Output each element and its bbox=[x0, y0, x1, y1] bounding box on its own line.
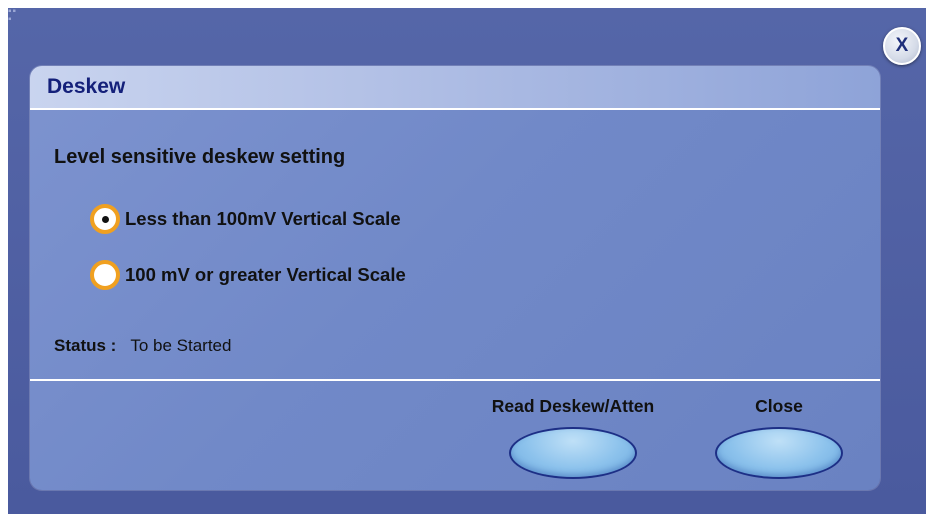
read-deskew-group: Read Deskew/Atten bbox=[455, 396, 691, 479]
deskew-panel: Deskew Level sensitive deskew setting Le… bbox=[30, 66, 880, 490]
section-heading: Level sensitive deskew setting bbox=[54, 146, 346, 168]
resize-grip-icon[interactable]: ▪▪ ▪ bbox=[8, 7, 28, 28]
panel-title: Deskew bbox=[47, 75, 126, 98]
read-deskew-label: Read Deskew/Atten bbox=[491, 396, 655, 416]
read-deskew-button[interactable] bbox=[509, 427, 637, 479]
option-less-than-100mv[interactable]: Less than 100mV Vertical Scale bbox=[90, 204, 401, 234]
panel-header: Deskew bbox=[30, 66, 880, 110]
close-group: Close bbox=[706, 396, 852, 479]
radio-button-unselected[interactable] bbox=[90, 260, 120, 290]
window-close-button[interactable]: X bbox=[883, 27, 921, 65]
radio-dot-icon bbox=[101, 215, 109, 223]
status-label: Status : bbox=[54, 336, 117, 355]
option-label: 100 mV or greater Vertical Scale bbox=[125, 264, 406, 285]
close-icon: X bbox=[895, 35, 909, 56]
option-label: Less than 100mV Vertical Scale bbox=[125, 208, 401, 229]
option-100mv-or-greater[interactable]: 100 mV or greater Vertical Scale bbox=[90, 260, 406, 290]
radio-button-selected[interactable] bbox=[90, 204, 120, 234]
status-value: To be Started bbox=[130, 336, 232, 355]
status-row: Status : To be Started bbox=[54, 336, 231, 356]
close-button[interactable] bbox=[715, 427, 843, 479]
dialog-window: ▪▪ ▪ X Deskew Level sensitive deskew sett… bbox=[8, 7, 926, 514]
close-label: Close bbox=[755, 396, 803, 416]
divider bbox=[30, 379, 880, 381]
